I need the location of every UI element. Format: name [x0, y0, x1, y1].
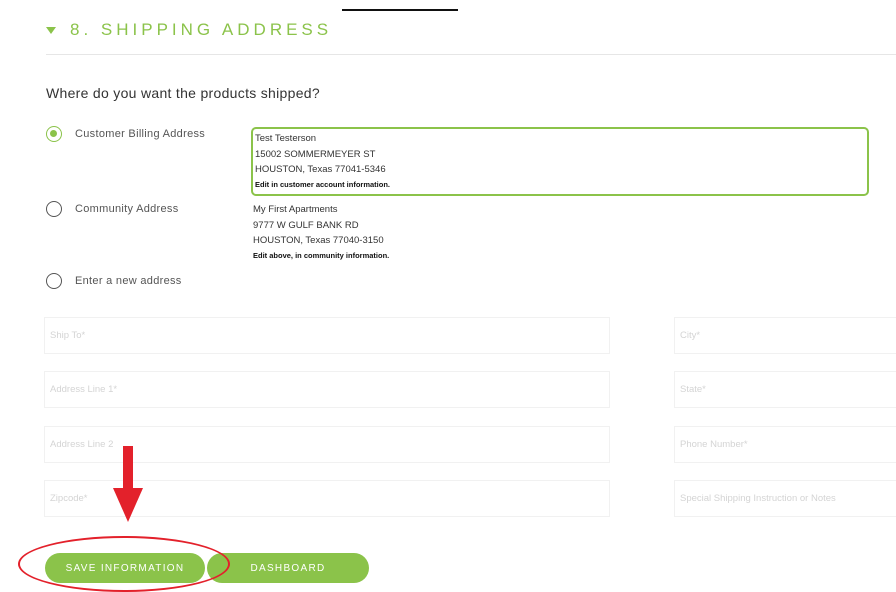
community-name: My First Apartments	[253, 204, 338, 215]
billing-edit-note: Edit in customer account information.	[255, 179, 391, 189]
state-field[interactable]: State*	[674, 371, 896, 408]
option-label: Enter a new address	[75, 275, 182, 287]
community-edit-note: Edit above, in community information.	[253, 250, 390, 260]
radio-customer-billing[interactable]	[46, 126, 62, 142]
shipping-notes-field[interactable]: Special Shipping Instruction or Notes	[674, 480, 896, 517]
caret-down-icon[interactable]	[46, 26, 56, 34]
section-title: 8. SHIPPING ADDRESS	[70, 20, 333, 39]
phone-number-field[interactable]: Phone Number*	[674, 426, 896, 463]
red-highlight-ellipse	[18, 536, 230, 592]
billing-name: Test Testerson	[255, 133, 317, 144]
top-divider-bar	[342, 9, 458, 11]
red-arrow-down-icon	[113, 488, 143, 522]
option-label: Customer Billing Address	[75, 128, 206, 140]
billing-city-line: HOUSTON, Texas 77041-5346	[255, 164, 386, 175]
billing-address-card: Test Testerson 15002 SOMMERMEYER ST HOUS…	[251, 127, 869, 196]
address-line-1-field[interactable]: Address Line 1*	[44, 371, 610, 408]
option-customer-billing[interactable]: Customer Billing Address	[46, 126, 205, 142]
community-city-line: HOUSTON, Texas 77040-3150	[253, 235, 384, 246]
community-address-card: My First Apartments 9777 W GULF BANK RD …	[253, 202, 389, 262]
city-field[interactable]: City*	[674, 317, 896, 354]
billing-street: 15002 SOMMERMEYER ST	[255, 148, 376, 160]
community-street: 9777 W GULF BANK RD	[253, 219, 359, 231]
header-divider	[46, 54, 896, 55]
option-label: Community Address	[75, 203, 179, 215]
option-new-address[interactable]: Enter a new address	[46, 273, 182, 289]
dashboard-button[interactable]: DASHBOARD	[207, 553, 369, 583]
radio-community-address[interactable]	[46, 201, 62, 217]
section-header[interactable]: 8. SHIPPING ADDRESS	[46, 20, 332, 40]
red-arrow-shaft	[123, 446, 133, 490]
option-community-address[interactable]: Community Address	[46, 201, 179, 217]
shipping-question: Where do you want the products shipped?	[46, 85, 320, 101]
radio-new-address[interactable]	[46, 273, 62, 289]
ship-to-field[interactable]: Ship To*	[44, 317, 610, 354]
